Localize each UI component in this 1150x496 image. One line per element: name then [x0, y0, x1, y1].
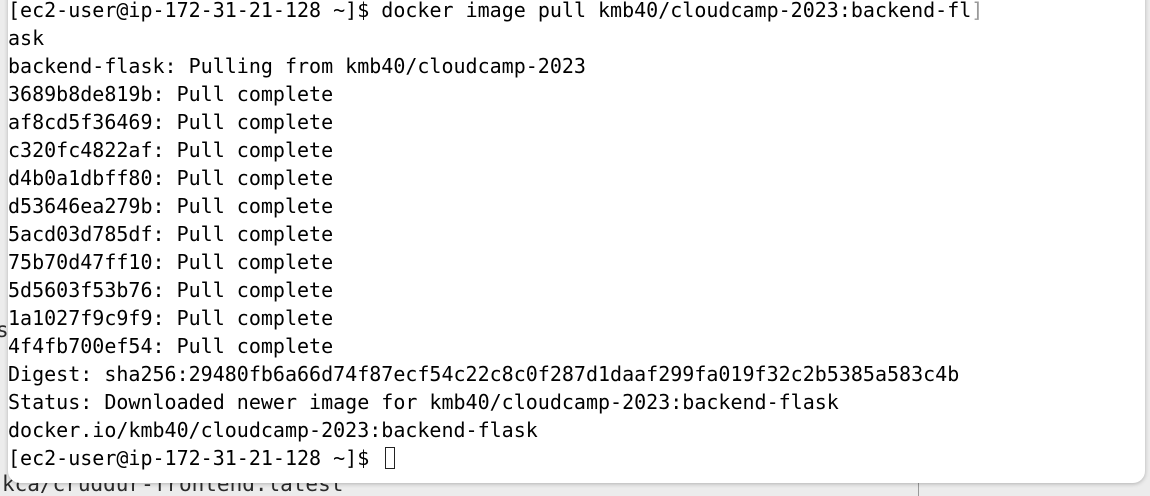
output-line: af8cd5f36469: Pull complete [8, 110, 334, 134]
output-line: c320fc4822af: Pull complete [8, 138, 334, 162]
output-line: 4f4fb700ef54: Pull complete [8, 334, 334, 358]
terminal-output[interactable]: [ec2-user@ip-172-31-21-128 ~]$ docker im… [8, 0, 983, 472]
output-line: 75b70d47ff10: Pull complete [8, 250, 334, 274]
output-line: 5d5603f53b76: Pull complete [8, 278, 334, 302]
command-line: [ec2-user@ip-172-31-21-128 ~]$ docker im… [8, 0, 983, 24]
prompt: [ec2-user@ip-172-31-21-128 ~]$ [8, 0, 382, 22]
text-cursor [385, 447, 396, 469]
prompt-line[interactable]: [ec2-user@ip-172-31-21-128 ~]$ [8, 444, 983, 472]
command-text: docker image pull kmb40/cloudcamp-2023:b… [381, 0, 972, 22]
prompt: [ec2-user@ip-172-31-21-128 ~]$ [8, 446, 382, 470]
terminal-window[interactable]: [ec2-user@ip-172-31-21-128 ~]$ docker im… [8, 0, 1145, 483]
line-end-bracket: ] [971, 0, 984, 22]
output-line: 5acd03d785df: Pull complete [8, 222, 334, 246]
command-text-wrap: ask [8, 26, 45, 50]
output-line: d53646ea279b: Pull complete [8, 194, 334, 218]
command-line-wrap: ask [8, 24, 983, 52]
output-line: backend-flask: Pulling from kmb40/cloudc… [8, 54, 586, 78]
output-line: d4b0a1dbff80: Pull complete [8, 166, 334, 190]
image-ref-line: docker.io/kmb40/cloudcamp-2023:backend-f… [8, 418, 538, 442]
output-line: 1a1027f9c9f9: Pull complete [8, 306, 334, 330]
output-line: 3689b8de819b: Pull complete [8, 82, 334, 106]
digest-line: Digest: sha256:29480fb6a66d74f87ecf54c22… [8, 362, 960, 386]
status-line: Status: Downloaded newer image for kmb40… [8, 390, 839, 414]
